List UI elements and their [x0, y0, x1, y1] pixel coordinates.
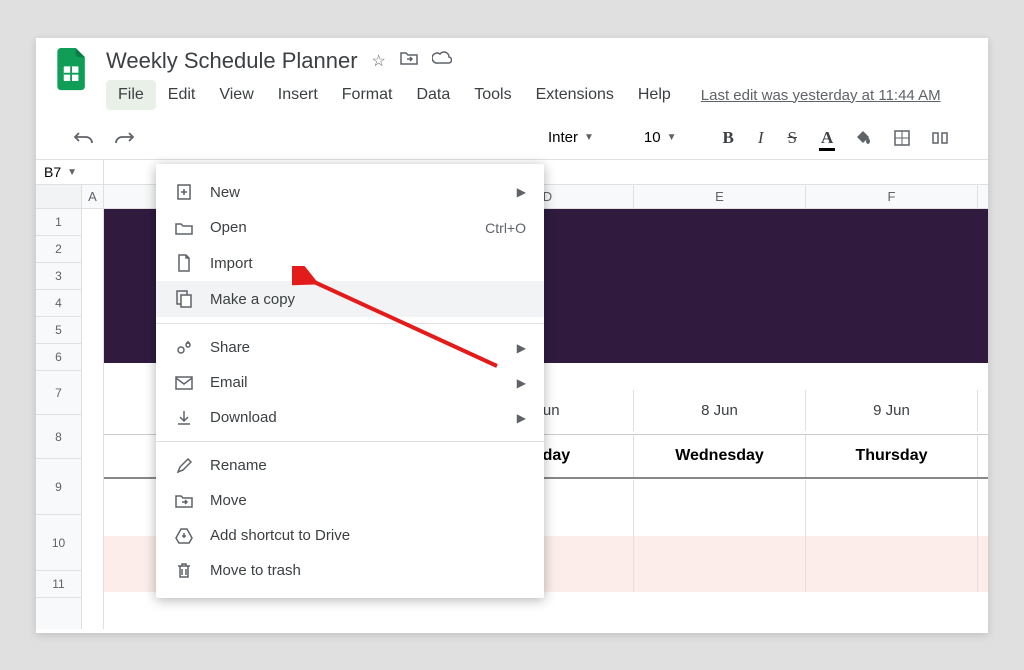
cloud-status-icon[interactable]	[432, 51, 452, 71]
document-title[interactable]: Weekly Schedule Planner	[106, 48, 358, 74]
row-header[interactable]: 7	[36, 371, 81, 415]
col-header-a[interactable]: A	[82, 185, 104, 208]
menu-insert[interactable]: Insert	[266, 80, 330, 110]
row-header[interactable]: 3	[36, 263, 81, 290]
menu-view[interactable]: View	[207, 80, 265, 110]
redo-icon[interactable]	[108, 126, 140, 150]
menu-label: Share	[210, 339, 501, 356]
menu-item-share[interactable]: Share ▶	[156, 330, 544, 365]
menubar: File Edit View Insert Format Data Tools …	[106, 80, 978, 110]
menu-separator	[156, 323, 544, 324]
menu-item-move[interactable]: Move	[156, 483, 544, 518]
file-menu-dropdown: New ▶ Open Ctrl+O Import Make a copy Sha…	[156, 164, 544, 598]
fill-color-button[interactable]	[849, 125, 879, 151]
menu-label: Add shortcut to Drive	[210, 527, 526, 544]
row-header[interactable]: 5	[36, 317, 81, 344]
undo-icon[interactable]	[68, 126, 100, 150]
menu-item-rename[interactable]: Rename	[156, 448, 544, 483]
move-folder-icon[interactable]	[400, 51, 418, 71]
row-header[interactable]: 11	[36, 571, 81, 598]
font-name: Inter	[548, 129, 578, 146]
menu-tools[interactable]: Tools	[462, 80, 523, 110]
text-color-button[interactable]: A	[813, 126, 841, 150]
download-icon	[174, 410, 194, 426]
email-icon	[174, 376, 194, 390]
font-size-value: 10	[644, 129, 661, 146]
day-cell[interactable]: Wednesday	[634, 435, 806, 477]
menu-label: Email	[210, 374, 501, 391]
move-icon	[174, 494, 194, 508]
google-sheets-app: Weekly Schedule Planner ☆ File Edit View…	[36, 38, 988, 633]
chevron-right-icon: ▶	[517, 341, 526, 355]
menu-format[interactable]: Format	[330, 80, 405, 110]
new-file-icon	[174, 183, 194, 201]
menu-label: Rename	[210, 457, 526, 474]
menu-item-make-a-copy[interactable]: Make a copy	[156, 281, 544, 317]
menu-label: Download	[210, 409, 501, 426]
chevron-right-icon: ▶	[517, 376, 526, 390]
menu-data[interactable]: Data	[404, 80, 462, 110]
date-cell[interactable]: 8 Jun	[634, 390, 806, 431]
menu-item-new[interactable]: New ▶	[156, 174, 544, 210]
row-headers: 1 2 3 4 5 6 7 8 9 10 11	[36, 185, 82, 629]
font-select[interactable]: Inter▼	[540, 127, 602, 148]
chevron-right-icon: ▶	[517, 185, 526, 199]
borders-button[interactable]	[887, 125, 917, 151]
drive-shortcut-icon	[174, 528, 194, 544]
import-icon	[174, 254, 194, 272]
row-header[interactable]: 2	[36, 236, 81, 263]
folder-open-icon	[174, 221, 194, 235]
menu-extensions[interactable]: Extensions	[524, 80, 626, 110]
col-header-e[interactable]: E	[634, 185, 806, 208]
menu-item-import[interactable]: Import	[156, 245, 544, 281]
menu-help[interactable]: Help	[626, 80, 683, 110]
date-cell[interactable]: 9 Jun	[806, 390, 978, 431]
last-edit-link[interactable]: Last edit was yesterday at 11:44 AM	[701, 87, 941, 104]
menu-item-move-to-trash[interactable]: Move to trash	[156, 553, 544, 588]
menu-edit[interactable]: Edit	[156, 80, 208, 110]
menu-item-email[interactable]: Email ▶	[156, 365, 544, 400]
day-cell[interactable]: Thursday	[806, 435, 978, 477]
trash-icon	[174, 563, 194, 579]
menu-label: Open	[210, 219, 469, 236]
toolbar: Inter▼ 10▼ B I S A	[36, 116, 988, 160]
row-header[interactable]: 10	[36, 515, 81, 571]
row-header[interactable]: 1	[36, 209, 81, 236]
sheets-logo[interactable]	[54, 48, 90, 92]
menu-shortcut: Ctrl+O	[485, 220, 526, 236]
menu-label: Move to trash	[210, 562, 526, 579]
font-size-select[interactable]: 10▼	[636, 127, 685, 148]
star-icon[interactable]: ☆	[372, 51, 386, 71]
menu-label: Import	[210, 255, 526, 272]
col-header-f[interactable]: F	[806, 185, 978, 208]
select-all-corner[interactable]	[36, 185, 81, 209]
menu-item-download[interactable]: Download ▶	[156, 400, 544, 435]
row-header[interactable]: 9	[36, 459, 81, 515]
menu-label: Make a copy	[210, 291, 526, 308]
bold-button[interactable]: B	[715, 126, 742, 150]
row-header[interactable]: 8	[36, 415, 81, 459]
header: Weekly Schedule Planner ☆ File Edit View…	[36, 38, 988, 110]
name-box[interactable]: B7▼	[36, 160, 104, 184]
menu-item-open[interactable]: Open Ctrl+O	[156, 210, 544, 245]
menu-file[interactable]: File	[106, 80, 156, 110]
menu-separator	[156, 441, 544, 442]
menu-label: Move	[210, 492, 526, 509]
row-header[interactable]: 6	[36, 344, 81, 371]
rename-icon	[174, 458, 194, 474]
share-icon	[174, 340, 194, 356]
menu-item-add-shortcut[interactable]: Add shortcut to Drive	[156, 518, 544, 553]
merge-button[interactable]	[925, 125, 955, 151]
strikethrough-button[interactable]: S	[780, 126, 805, 150]
chevron-right-icon: ▶	[517, 411, 526, 425]
row-header[interactable]: 4	[36, 290, 81, 317]
copy-icon	[174, 290, 194, 308]
menu-label: New	[210, 184, 501, 201]
italic-button[interactable]: I	[750, 126, 772, 150]
